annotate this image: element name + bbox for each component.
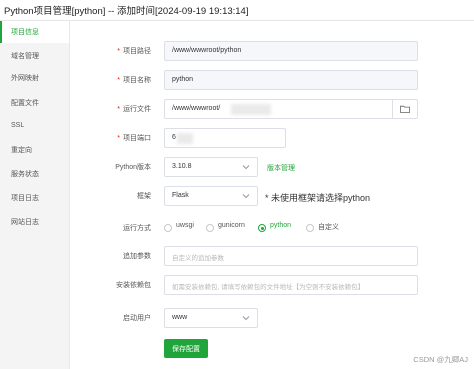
window-title: Python项目管理[python] -- 添加时间[2024-09-19 19…: [4, 6, 249, 17]
sidebar-item-domain[interactable]: 域名管理: [0, 45, 69, 67]
project-path-label: * 项目路径: [117, 48, 151, 55]
extra-params-row: 追加参数 自定义的追加参数: [69, 246, 474, 268]
sidebar-item-label: 外网映射: [11, 75, 39, 82]
radio-circle: [306, 224, 314, 232]
project-name-row: * 项目名称 python: [69, 70, 474, 92]
sidebar-item-config-file[interactable]: 配置文件: [0, 92, 69, 114]
save-config-button[interactable]: 保存配置: [164, 339, 208, 358]
run-mode-row: 运行方式 uwsgi gunicorn python 自定义: [69, 218, 474, 240]
framework-select[interactable]: Flask: [164, 186, 258, 206]
extra-params-label: 追加参数: [123, 253, 151, 260]
sidebar-item-project-log[interactable]: 项目日志: [0, 187, 69, 209]
sidebar: 项目信息 域名管理 外网映射 配置文件 SSL 重定向 服务状态 项目日志 网站…: [0, 21, 70, 369]
run-user-select[interactable]: www: [164, 308, 258, 328]
chevron-down-icon: [242, 316, 250, 321]
sidebar-item-external-mapping[interactable]: 外网映射: [0, 67, 69, 89]
project-name-input[interactable]: python: [164, 70, 418, 90]
run-user-label: 启动用户: [123, 315, 151, 322]
window-titlebar: Python项目管理[python] -- 添加时间[2024-09-19 19…: [0, 0, 474, 21]
radio-circle: [164, 224, 172, 232]
framework-note: * 未使用框架请选择python: [265, 193, 371, 203]
framework-row: 框架 Flask * 未使用框架请选择python: [69, 186, 474, 208]
sidebar-item-redirect[interactable]: 重定向: [0, 139, 69, 161]
port-input[interactable]: 6: [164, 128, 286, 148]
port-row: * 项目端口 6: [69, 128, 474, 150]
radio-circle: [258, 224, 266, 232]
redacted-blur: [231, 104, 271, 115]
sidebar-item-label: SSL: [11, 122, 25, 129]
sidebar-item-ssl[interactable]: SSL: [0, 116, 69, 138]
sidebar-item-label: 域名管理: [11, 53, 39, 60]
project-name-label: * 项目名称: [117, 77, 151, 84]
extra-params-input[interactable]: 自定义的追加参数: [164, 246, 418, 266]
project-path-input[interactable]: /www/wwwroot/python: [164, 41, 418, 61]
folder-icon: [400, 105, 410, 113]
python-version-label: Python版本: [115, 164, 151, 171]
project-path-row: * 项目路径 /www/wwwroot/python: [69, 41, 474, 63]
radio-circle: [206, 224, 214, 232]
run-file-input[interactable]: /www/wwwroot/: [164, 99, 418, 119]
chevron-down-icon: [242, 194, 250, 199]
dependencies-label: 安装依赖包: [116, 282, 151, 289]
port-label: * 项目端口: [117, 135, 151, 142]
version-manage-link[interactable]: 版本管理: [267, 163, 295, 173]
sidebar-item-label: 网站日志: [11, 219, 39, 226]
dependencies-input[interactable]: 如需安装依赖包, 请填写依赖包的文件地址【为空则不安装依赖包】: [164, 275, 418, 295]
redacted-blur: [177, 133, 193, 144]
sidebar-item-label: 重定向: [11, 147, 32, 154]
run-user-row: 启动用户 www: [69, 308, 474, 330]
csdn-watermark: CSDN @九卿AJ: [413, 355, 468, 364]
python-version-row: Python版本 3.10.8 版本管理: [69, 157, 474, 179]
sidebar-item-label: 配置文件: [11, 100, 39, 107]
sidebar-item-project-info[interactable]: 项目信息: [0, 21, 69, 43]
dependencies-row: 安装依赖包 如需安装依赖包, 请填写依赖包的文件地址【为空则不安装依赖包】: [69, 275, 474, 297]
folder-select-button[interactable]: [392, 100, 417, 118]
sidebar-item-label: 项目日志: [11, 195, 39, 202]
sidebar-item-label: 项目信息: [11, 29, 39, 36]
python-version-select[interactable]: 3.10.8: [164, 157, 258, 177]
sidebar-item-site-log[interactable]: 网站日志: [0, 211, 69, 233]
run-file-label: * 运行文件: [117, 106, 151, 113]
sidebar-item-service-status[interactable]: 服务状态: [0, 163, 69, 185]
chevron-down-icon: [242, 165, 250, 170]
framework-label: 框架: [137, 193, 151, 200]
run-mode-label: 运行方式: [123, 225, 151, 232]
sidebar-item-label: 服务状态: [11, 171, 39, 178]
run-file-row: * 运行文件 /www/wwwroot/: [69, 99, 474, 121]
